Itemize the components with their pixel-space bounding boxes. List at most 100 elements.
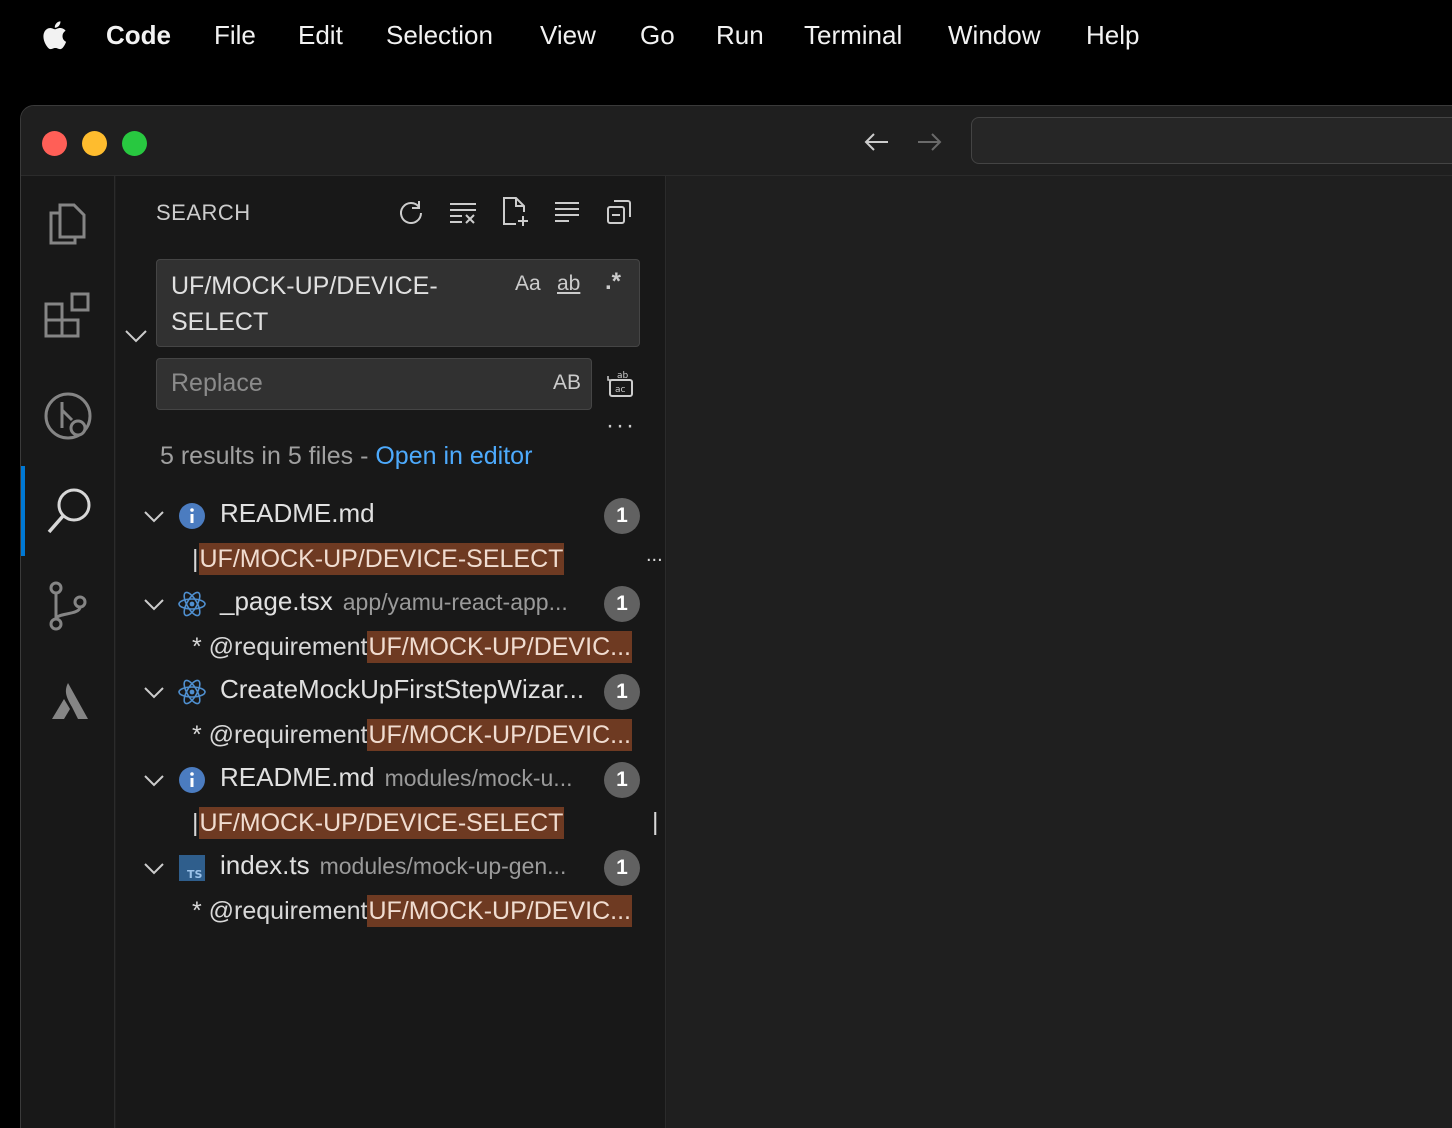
forward-arrow-icon[interactable] (913, 126, 945, 158)
collapse-all-button[interactable] (601, 194, 637, 230)
vscode-window: SEARCH UF/MOCK-UP/DEVICE-SELECT Aa ab .*… (20, 105, 1452, 1128)
result-file-path: modules/mock-u... (384, 765, 573, 791)
svg-text:ab: ab (617, 371, 629, 381)
result-match-line[interactable]: | UF/MOCK-UP/DEVICE-SELECT (192, 538, 666, 582)
search-input-value[interactable]: UF/MOCK-UP/DEVICE-SELECT (171, 268, 471, 340)
refresh-icon (400, 201, 422, 224)
activity-bar (21, 176, 115, 1128)
match-highlight: UF/MOCK-UP/DEVIC... (367, 631, 632, 663)
search-input[interactable]: UF/MOCK-UP/DEVICE-SELECT Aa ab .* (156, 259, 640, 347)
refresh-button[interactable] (393, 194, 429, 230)
result-match-line[interactable]: | UF/MOCK-UP/DEVICE-SELECT (192, 802, 666, 846)
result-file[interactable]: TS index.ts modules/mock-up-gen... 1 (116, 846, 666, 890)
source-control-icon (49, 581, 87, 631)
regex-toggle[interactable]: .* (605, 268, 621, 296)
menu-selection[interactable]: Selection (386, 18, 493, 52)
extensions-icon (44, 292, 90, 338)
chevron-down-icon[interactable] (140, 854, 168, 882)
typescript-icon: TS (179, 855, 205, 881)
preserve-case-toggle[interactable]: AB (553, 371, 581, 395)
info-icon (179, 503, 205, 529)
menu-edit[interactable]: Edit (298, 18, 343, 52)
menu-run[interactable]: Run (716, 18, 764, 52)
result-file-name: README.md modules/mock-u... (220, 762, 573, 792)
result-file-name: README.md (220, 498, 375, 528)
new-search-editor-icon (503, 197, 528, 226)
activity-atlassian[interactable] (21, 656, 115, 746)
git-graph-icon (44, 392, 92, 440)
result-trail-text: ... (646, 544, 663, 566)
menu-window[interactable]: Window (948, 18, 1040, 52)
explorer-icon (49, 203, 86, 245)
match-highlight: UF/MOCK-UP/DEVICE-SELECT (198, 543, 565, 575)
back-arrow-icon[interactable] (861, 126, 893, 158)
chevron-down-icon[interactable] (140, 590, 168, 618)
result-file[interactable]: CreateMockUpFirstStepWizar... 1 (116, 670, 666, 714)
result-match-line[interactable]: * @requirement UF/MOCK-UP/DEVIC... (192, 890, 666, 934)
activity-search[interactable] (21, 466, 115, 556)
replace-input[interactable]: Replace AB (156, 358, 592, 410)
command-center-search[interactable] (971, 117, 1452, 164)
search-icon (47, 488, 91, 534)
svg-text:TS: TS (187, 868, 203, 881)
result-file[interactable]: README.md 1 (116, 494, 666, 538)
result-count-badge: 1 (604, 674, 640, 710)
result-match-line[interactable]: * @requirement UF/MOCK-UP/DEVIC... (192, 714, 666, 758)
result-match-line[interactable]: * @requirement UF/MOCK-UP/DEVIC... (192, 626, 666, 670)
more-options-button[interactable]: ··· (606, 412, 636, 440)
result-file-name: _page.tsx app/yamu-react-app... (220, 586, 568, 616)
match-whole-word-toggle[interactable]: ab (557, 272, 580, 296)
activity-git-graph[interactable] (21, 371, 115, 461)
result-file-name: index.ts modules/mock-up-gen... (220, 850, 567, 880)
react-icon (178, 679, 206, 705)
chevron-down-icon[interactable] (140, 678, 168, 706)
sidebar-title: SEARCH (156, 200, 251, 225)
apple-logo-icon[interactable] (38, 18, 68, 52)
replace-input-placeholder[interactable]: Replace (171, 369, 263, 398)
collapse-all-icon (607, 200, 631, 224)
activity-extensions[interactable] (21, 271, 115, 361)
chevron-down-icon[interactable] (122, 322, 150, 350)
result-file[interactable]: README.md modules/mock-u... 1 (116, 758, 666, 802)
result-count-badge: 1 (604, 850, 640, 886)
new-search-editor-button[interactable] (497, 194, 533, 230)
results-summary: 5 results in 5 files - Open in editor (160, 442, 532, 471)
atlassian-icon (52, 683, 88, 719)
result-file-path: app/yamu-react-app... (342, 589, 568, 615)
menu-view[interactable]: View (540, 18, 596, 52)
svg-text:ac: ac (615, 385, 626, 395)
menu-go[interactable]: Go (640, 18, 675, 52)
menu-terminal[interactable]: Terminal (804, 18, 902, 52)
result-file[interactable]: _page.tsx app/yamu-react-app... 1 (116, 582, 666, 626)
search-sidebar: SEARCH UF/MOCK-UP/DEVICE-SELECT Aa ab .*… (116, 176, 666, 1128)
activity-source-control[interactable] (21, 561, 115, 651)
minimize-window-button[interactable] (82, 131, 107, 156)
close-window-button[interactable] (42, 131, 67, 156)
maximize-window-button[interactable] (122, 131, 147, 156)
info-icon (179, 767, 205, 793)
clear-results-button[interactable] (445, 194, 481, 230)
result-trail-text: | (652, 808, 659, 836)
match-highlight: UF/MOCK-UP/DEVIC... (367, 895, 632, 927)
title-bar (21, 106, 1452, 176)
view-as-tree-button[interactable] (549, 194, 585, 230)
activity-explorer[interactable] (21, 176, 115, 266)
editor-area[interactable] (667, 176, 1452, 1128)
macos-menu-bar: Code File Edit Selection View Go Run Ter… (0, 0, 1452, 70)
view-as-tree-icon (555, 202, 579, 222)
clear-results-icon (450, 203, 476, 224)
chevron-down-icon[interactable] (140, 766, 168, 794)
result-count-badge: 1 (604, 586, 640, 622)
result-file-name: CreateMockUpFirstStepWizar... (220, 674, 585, 704)
match-case-toggle[interactable]: Aa (515, 272, 541, 296)
replace-all-icon[interactable]: ab ac (606, 368, 638, 400)
match-highlight: UF/MOCK-UP/DEVIC... (367, 719, 632, 751)
open-in-editor-link[interactable]: Open in editor (375, 442, 532, 470)
chevron-down-icon[interactable] (140, 502, 168, 530)
result-file-path: modules/mock-up-gen... (319, 853, 567, 879)
react-icon (178, 591, 206, 617)
result-count-badge: 1 (604, 498, 640, 534)
menu-file[interactable]: File (214, 18, 256, 52)
menu-help[interactable]: Help (1086, 18, 1139, 52)
menu-app-name[interactable]: Code (106, 18, 171, 52)
